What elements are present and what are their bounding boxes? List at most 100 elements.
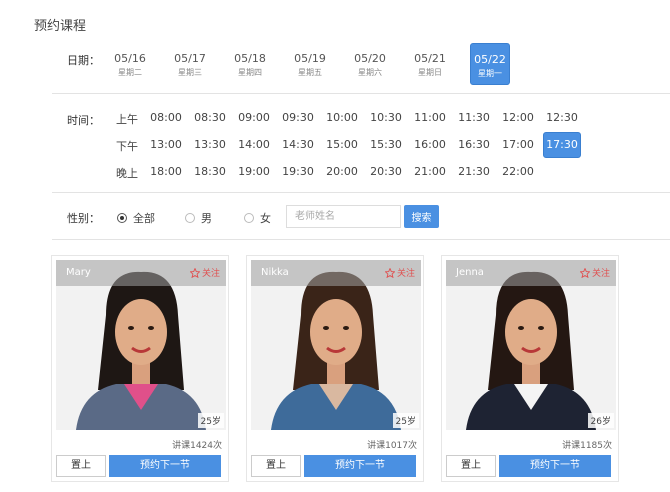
page-title: 预约课程 — [34, 19, 87, 34]
teacher-photo[interactable]: Jenna 关注 26岁 — [446, 260, 616, 430]
follow-label: 关注 — [396, 269, 415, 279]
teacher-age: 25岁 — [392, 413, 419, 428]
teacher-name-search-input[interactable] — [286, 205, 401, 228]
time-slot[interactable]: 18:00 — [147, 159, 185, 185]
pin-to-top-button[interactable]: 置上 — [446, 455, 496, 477]
date-value: 05/18 — [234, 52, 266, 65]
teacher-card: Jenna 关注 26岁讲课1185次置上 预约下一节 — [441, 255, 619, 482]
radio-label: 全部 — [133, 212, 155, 225]
pin-to-top-button[interactable]: 置上 — [251, 455, 301, 477]
teacher-name: Nikka — [261, 267, 289, 278]
teacher-photo[interactable]: Nikka 关注 25岁 — [251, 260, 421, 430]
date-option[interactable]: 05/16 星期二 — [110, 43, 150, 85]
gender-option-male[interactable]: 男 — [185, 210, 212, 226]
time-slot[interactable]: 10:00 — [323, 105, 361, 131]
time-slot[interactable]: 09:00 — [235, 105, 273, 131]
time-slot[interactable]: 17:30 — [543, 132, 581, 158]
time-slot[interactable]: 11:30 — [455, 105, 493, 131]
follow-button[interactable]: 关注 — [189, 266, 220, 279]
time-slot[interactable]: 18:30 — [191, 159, 229, 185]
divider — [52, 239, 670, 240]
divider — [52, 93, 670, 94]
time-slot[interactable]: 13:00 — [147, 132, 185, 158]
book-next-lesson-button[interactable]: 预约下一节 — [304, 455, 416, 477]
radio-label: 女 — [260, 212, 271, 225]
date-value: 05/21 — [414, 52, 446, 65]
pin-to-top-button[interactable]: 置上 — [56, 455, 106, 477]
date-option[interactable]: 05/18 星期四 — [230, 43, 270, 85]
time-slot[interactable]: 21:30 — [455, 159, 493, 185]
time-slot[interactable]: 14:30 — [279, 132, 317, 158]
follow-button[interactable]: 关注 — [579, 266, 610, 279]
time-slot[interactable]: 22:00 — [499, 159, 537, 185]
name-bar: Mary 关注 — [56, 260, 226, 286]
lesson-count: 讲课1424次 — [172, 441, 222, 451]
date-option[interactable]: 05/21 星期日 — [410, 43, 450, 85]
gender-label: 性别： — [67, 212, 100, 225]
period-label: 晚上 — [116, 167, 138, 180]
date-weekday: 星期一 — [478, 69, 502, 78]
date-value: 05/22 — [474, 53, 506, 66]
time-slot[interactable]: 16:00 — [411, 132, 449, 158]
date-weekday: 星期二 — [118, 68, 142, 77]
radio-dot — [117, 213, 127, 223]
radio-dot — [185, 213, 195, 223]
time-slot[interactable]: 13:30 — [191, 132, 229, 158]
star-icon — [384, 267, 395, 278]
time-slot[interactable]: 20:00 — [323, 159, 361, 185]
teacher-name: Mary — [66, 267, 91, 278]
date-label: 日期： — [67, 54, 100, 67]
follow-label: 关注 — [201, 269, 220, 279]
lesson-count: 讲课1185次 — [562, 441, 612, 451]
date-weekday: 星期四 — [238, 68, 262, 77]
divider — [52, 192, 670, 193]
time-slot[interactable]: 08:00 — [147, 105, 185, 131]
gender-option-female[interactable]: 女 — [244, 210, 271, 226]
book-next-lesson-button[interactable]: 预约下一节 — [499, 455, 611, 477]
teacher-card: Nikka 关注 25岁讲课1017次置上 预约下一节 — [246, 255, 424, 482]
time-slot[interactable]: 14:00 — [235, 132, 273, 158]
time-slot[interactable]: 12:00 — [499, 105, 537, 131]
time-slot[interactable]: 19:30 — [279, 159, 317, 185]
star-icon — [189, 267, 200, 278]
radio-label: 男 — [201, 212, 212, 225]
date-value: 05/16 — [114, 52, 146, 65]
teacher-age: 26岁 — [587, 413, 614, 428]
time-label: 时间： — [67, 114, 100, 127]
search-button[interactable]: 搜索 — [404, 205, 439, 228]
time-slot[interactable]: 17:00 — [499, 132, 537, 158]
name-bar: Jenna 关注 — [446, 260, 616, 286]
time-slot[interactable]: 20:30 — [367, 159, 405, 185]
date-weekday: 星期三 — [178, 68, 202, 77]
time-slot[interactable]: 16:30 — [455, 132, 493, 158]
date-weekday: 星期六 — [358, 68, 382, 77]
teacher-photo[interactable]: Mary 关注 25岁 — [56, 260, 226, 430]
time-slot[interactable]: 09:30 — [279, 105, 317, 131]
teacher-card: Mary 关注 25岁讲课1424次置上 预约下一节 — [51, 255, 229, 482]
date-option[interactable]: 05/19 星期五 — [290, 43, 330, 85]
time-slot[interactable]: 15:00 — [323, 132, 361, 158]
date-value: 05/20 — [354, 52, 386, 65]
time-slot[interactable]: 08:30 — [191, 105, 229, 131]
time-slot[interactable]: 10:30 — [367, 105, 405, 131]
date-option[interactable]: 05/17 星期三 — [170, 43, 210, 85]
lesson-count: 讲课1017次 — [367, 441, 417, 451]
follow-button[interactable]: 关注 — [384, 266, 415, 279]
date-value: 05/17 — [174, 52, 206, 65]
follow-label: 关注 — [591, 269, 610, 279]
book-next-lesson-button[interactable]: 预约下一节 — [109, 455, 221, 477]
time-slot[interactable]: 12:30 — [543, 105, 581, 131]
time-slot[interactable]: 11:00 — [411, 105, 449, 131]
date-option[interactable]: 05/22 星期一 — [470, 43, 510, 85]
teacher-age: 25岁 — [197, 413, 224, 428]
star-icon — [579, 267, 590, 278]
name-bar: Nikka 关注 — [251, 260, 421, 286]
date-option[interactable]: 05/20 星期六 — [350, 43, 390, 85]
date-weekday: 星期日 — [418, 68, 442, 77]
time-slot[interactable]: 21:00 — [411, 159, 449, 185]
period-label: 下午 — [116, 140, 138, 153]
time-slot[interactable]: 19:00 — [235, 159, 273, 185]
gender-option-all[interactable]: 全部 — [117, 210, 155, 226]
time-slot[interactable]: 15:30 — [367, 132, 405, 158]
teacher-name: Jenna — [456, 267, 484, 278]
